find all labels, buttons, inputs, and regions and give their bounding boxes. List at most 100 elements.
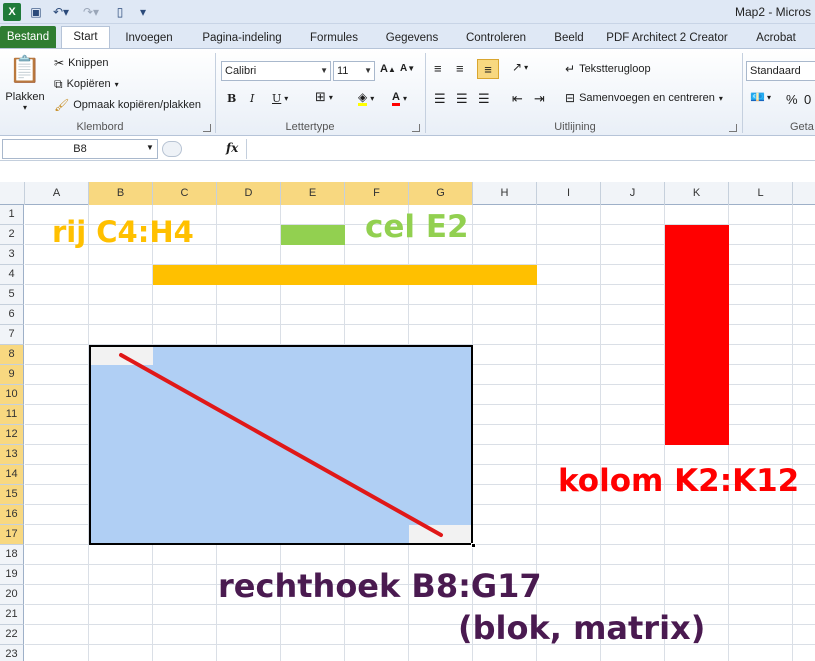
format-painter-button[interactable]: 🖌 Opmaak kopiëren/plakken — [54, 97, 201, 113]
tab-controleren[interactable]: Controleren — [456, 28, 536, 48]
clipboard-icon: 📋 — [8, 54, 42, 84]
copy-button[interactable]: ⧉ Kopiëren ▾ — [54, 76, 119, 92]
font-size-select[interactable]: 11 ▼ — [333, 61, 375, 81]
paintbrush-icon: 🖌 — [54, 98, 70, 112]
separator — [425, 53, 426, 133]
ribbon: 📋 Plakken ▾ ✂ Knippen ⧉ Kopiëren ▾ 🖌 Opm… — [0, 48, 815, 136]
number-format-select[interactable]: Standaard — [746, 61, 815, 81]
clipboard-launcher-icon[interactable] — [203, 124, 211, 132]
column-range-label: kolom K2:K12 — [558, 463, 800, 499]
formula-resize-handle[interactable] — [162, 141, 182, 157]
cut-label: Knippen — [68, 57, 109, 69]
wrap-text-label: Tekstterugloop — [579, 63, 651, 75]
font-launcher-icon[interactable] — [412, 124, 420, 132]
window-title: Map2 - Micros — [735, 5, 812, 19]
save-icon[interactable]: ▣ — [28, 3, 44, 21]
fill-color-button[interactable]: ◈ ▾ — [358, 91, 374, 106]
tab-start[interactable]: Start — [61, 26, 110, 49]
chevron-down-icon: ▾ — [766, 92, 771, 102]
align-bottom-button[interactable]: ≡ — [477, 59, 499, 79]
copy-label: Kopiëren — [66, 78, 111, 90]
insert-function-icon[interactable]: fx — [226, 141, 238, 155]
italic-button[interactable]: I — [250, 92, 254, 105]
orientation-icon: ↗ — [512, 60, 523, 74]
align-top-button[interactable]: ≡ — [434, 61, 442, 76]
chevron-down-icon: ▾ — [284, 94, 289, 103]
new-icon[interactable]: ▯ — [112, 3, 128, 21]
worksheet-grid[interactable]: ABCDEFGHIJKL 1 2 3 4 5 6 7 8 9 10 11 12 13 14 15 16 17 18… — [0, 168, 815, 661]
border-icon: ⊞ — [315, 89, 326, 104]
font-group-label: Lettertype — [285, 121, 335, 133]
rectangle-range-label: rechthoek B8:G17 — [218, 567, 542, 605]
tab-bestand[interactable]: Bestand — [0, 26, 56, 48]
tab-pagina-indeling[interactable]: Pagina-indeling — [192, 28, 292, 48]
decrease-indent-button[interactable]: ⇤ — [512, 91, 523, 107]
font-name-value: Calibri — [225, 65, 257, 77]
merge-center-button[interactable]: ⊟ Samenvoegen en centreren ▾ — [565, 92, 723, 104]
increase-indent-button[interactable]: ⇥ — [534, 91, 545, 107]
wrap-text-icon: ↵ — [565, 62, 576, 76]
merge-center-label: Samenvoegen en centreren — [579, 92, 715, 104]
underline-label: U — [272, 92, 282, 105]
currency-icon: 💶 — [750, 90, 765, 104]
cut-button[interactable]: ✂ Knippen — [54, 55, 108, 71]
format-painter-label: Opmaak kopiëren/plakken — [73, 99, 202, 111]
ribbon-tabs: Bestand Start Invoegen Pagina-indeling F… — [0, 24, 815, 49]
wrap-text-button[interactable]: ↵ Tekstterugloop — [565, 63, 651, 75]
grow-font-button[interactable]: A ▲ — [380, 63, 396, 75]
alignment-launcher-icon[interactable] — [729, 124, 737, 132]
number-format-value: Standaard — [750, 65, 801, 77]
name-box[interactable]: B8 — [2, 139, 158, 159]
paste-button[interactable]: 📋 Plakken ▾ — [4, 53, 46, 115]
separator — [742, 53, 743, 133]
chevron-down-icon[interactable]: ▼ — [146, 143, 154, 152]
tab-formules[interactable]: Formules — [302, 28, 366, 48]
currency-button[interactable]: 💶 ▾ — [750, 91, 771, 103]
chevron-down-icon: ▾ — [114, 79, 119, 89]
title-bar: X ▣ ↶▾ ↷▾ ▯ ▾ Map2 - Micros — [0, 0, 815, 24]
align-right-button[interactable]: ☰ — [478, 91, 490, 107]
number-group-label: Geta — [790, 121, 814, 133]
clipboard-group-label: Klembord — [76, 121, 124, 133]
rectangle-range-sublabel: (blok, matrix) — [458, 609, 706, 647]
redo-icon[interactable]: ↷▾ — [80, 3, 102, 21]
chevron-down-icon: ▾ — [22, 103, 27, 112]
percent-button[interactable]: % — [786, 92, 798, 107]
excel-icon[interactable]: X — [3, 3, 21, 21]
chevron-down-icon: ▼ — [364, 66, 372, 75]
font-size-value: 11 — [337, 65, 349, 77]
chevron-down-icon: ▾ — [328, 92, 333, 102]
customize-icon[interactable]: ▾ — [136, 3, 150, 21]
copy-icon: ⧉ — [54, 77, 63, 91]
separator — [215, 53, 216, 133]
align-left-button[interactable]: ☰ — [434, 91, 446, 107]
thousands-button[interactable]: 0 — [804, 92, 811, 107]
tab-pdf-architect[interactable]: PDF Architect 2 Creator — [602, 28, 732, 48]
chevron-down-icon: ▾ — [718, 93, 723, 103]
align-center-button[interactable]: ☰ — [456, 91, 468, 107]
underline-button[interactable]: U ▾ — [272, 92, 288, 105]
chevron-down-icon: ▾ — [524, 62, 529, 72]
merge-icon: ⊟ — [565, 91, 576, 105]
bold-button[interactable]: B — [227, 92, 236, 105]
chevron-down-icon: ▾ — [402, 94, 407, 103]
shrink-font-button[interactable]: A ▼ — [400, 63, 415, 74]
font-color-label: A — [392, 91, 400, 106]
cell-label: cel E2 — [365, 209, 469, 245]
orientation-button[interactable]: ↗ ▾ — [512, 61, 528, 73]
row-range-label: rij C4:H4 — [52, 215, 194, 249]
tab-acrobat[interactable]: Acrobat — [748, 28, 804, 48]
align-middle-button[interactable]: ≡ — [456, 61, 464, 76]
tab-gegevens[interactable]: Gegevens — [378, 28, 446, 48]
formula-bar: B8 ▼ fx — [0, 137, 815, 161]
diagonal-stroke — [119, 353, 443, 537]
font-color-button[interactable]: A ▾ — [392, 91, 407, 106]
tab-invoegen[interactable]: Invoegen — [116, 28, 182, 48]
paint-bucket-icon: ◈ — [358, 90, 368, 106]
chevron-down-icon: ▾ — [370, 94, 375, 103]
font-name-select[interactable]: Calibri ▼ — [221, 61, 331, 81]
tab-beeld[interactable]: Beeld — [546, 28, 592, 48]
borders-button[interactable]: ⊞ ▾ — [315, 89, 333, 104]
formula-input[interactable] — [246, 139, 815, 159]
undo-icon[interactable]: ↶▾ — [50, 3, 72, 21]
